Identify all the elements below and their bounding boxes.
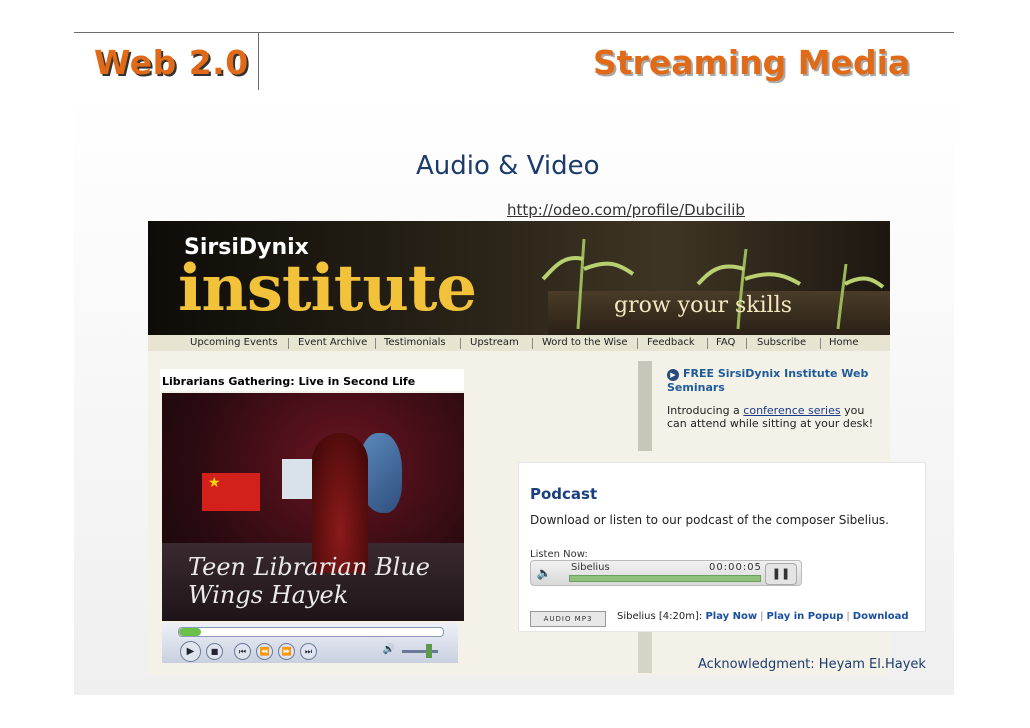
listen-now-label: Listen Now:	[530, 549, 588, 560]
promo-text: Introducing a	[667, 404, 740, 417]
source-url-link[interactable]: http://odeo.com/profile/Dubcilib	[507, 201, 745, 219]
play-button[interactable]: ▶	[180, 641, 201, 662]
nav-divider	[820, 338, 821, 349]
nav-home[interactable]: Home	[829, 337, 859, 348]
download-link[interactable]: Download	[853, 611, 909, 622]
slide-section-title: Web 2.0	[94, 43, 249, 82]
acknowledgment: Acknowledgment: Heyam El.Hayek	[698, 657, 926, 672]
site-nav: Upcoming Events Event Archive Testimonia…	[148, 335, 890, 351]
play-circle-icon: ▶	[667, 369, 679, 381]
next-button[interactable]: ⏭	[300, 643, 317, 660]
slide-header-left-box: Web 2.0	[74, 33, 259, 91]
podcast-description: Download or listen to our podcast of the…	[530, 513, 889, 527]
volume-slider[interactable]	[402, 650, 438, 653]
nav-subscribe[interactable]: Subscribe	[757, 337, 806, 348]
video-controls: ▶ ■ ⏮ ⏪ ⏩ ⏭ 🔊	[162, 623, 458, 663]
volume-knob[interactable]	[426, 644, 432, 658]
video-seek-progress	[179, 628, 201, 636]
nav-faq[interactable]: FAQ	[716, 337, 735, 348]
speaker-icon[interactable]: 🔈	[535, 565, 553, 581]
nav-testimonials[interactable]: Testimonials	[384, 337, 446, 348]
audio-progress-bar[interactable]	[569, 575, 761, 582]
promo-title: FREE SirsiDynix Institute Web Seminars	[667, 367, 869, 394]
nav-word-to-the-wise[interactable]: Word to the Wise	[542, 337, 628, 348]
nav-event-archive[interactable]: Event Archive	[298, 337, 367, 348]
avatar-figure	[312, 433, 368, 573]
pause-button[interactable]: ❚❚	[765, 563, 797, 585]
star-icon: ★	[208, 475, 221, 491]
nav-feedback[interactable]: Feedback	[647, 337, 695, 348]
nav-upstream[interactable]: Upstream	[470, 337, 519, 348]
audio-player: 🔈 Sibelius 00:00:05 ❚❚	[530, 560, 802, 586]
conference-series-link[interactable]: conference series	[743, 404, 840, 417]
volume-icon[interactable]: 🔊	[382, 643, 396, 657]
promo-title-row[interactable]: ▶ FREE SirsiDynix Institute Web Seminars	[667, 367, 887, 394]
rewind-button[interactable]: ⏪	[256, 643, 273, 660]
podcast-title: Podcast	[530, 485, 598, 503]
audio-mp3-badge: AUDIO MP3	[530, 611, 606, 627]
slide-header: Web 2.0 Streaming Media	[74, 32, 954, 92]
promo-divider	[638, 361, 652, 451]
podcast-panel: Podcast Download or listen to our podcas…	[519, 463, 925, 631]
nav-divider	[707, 338, 708, 349]
track-time: 00:00:05	[709, 562, 762, 573]
stop-button[interactable]: ■	[206, 643, 223, 660]
nav-divider	[532, 338, 533, 349]
previous-button[interactable]: ⏮	[234, 643, 251, 660]
track-name: Sibelius	[571, 562, 610, 573]
nav-divider	[637, 338, 638, 349]
nav-upcoming-events[interactable]: Upcoming Events	[190, 337, 278, 348]
brand-institute: institute	[178, 251, 477, 326]
fast-forward-button[interactable]: ⏩	[278, 643, 295, 660]
nav-divider	[746, 338, 747, 349]
nav-divider	[288, 338, 289, 349]
file-label: Sibelius [4:20m]:	[617, 611, 703, 622]
site-tagline: grow your skills	[614, 293, 793, 318]
site-banner: SirsiDynix institute grow your skills	[148, 221, 890, 335]
nav-divider	[375, 338, 376, 349]
slide-title: Streaming Media	[593, 43, 911, 82]
play-in-popup-link[interactable]: Play in Popup	[767, 611, 844, 622]
video-seek-bar[interactable]	[178, 627, 444, 637]
video-caption: Teen Librarian Blue Wings Hayek	[188, 553, 430, 609]
slide-subtitle: Audio & Video	[416, 151, 600, 181]
video-title: Librarians Gathering: Live in Second Lif…	[160, 369, 464, 391]
podcast-links: Sibelius [4:20m]: Play Now | Play in Popup…	[617, 611, 909, 622]
promo-block: ▶ FREE SirsiDynix Institute Web Seminars …	[667, 367, 887, 430]
nav-divider	[460, 338, 461, 349]
video-player-screen[interactable]: ★ Teen Librarian Blue Wings Hayek	[162, 393, 464, 621]
play-now-link[interactable]: Play Now	[705, 611, 757, 622]
